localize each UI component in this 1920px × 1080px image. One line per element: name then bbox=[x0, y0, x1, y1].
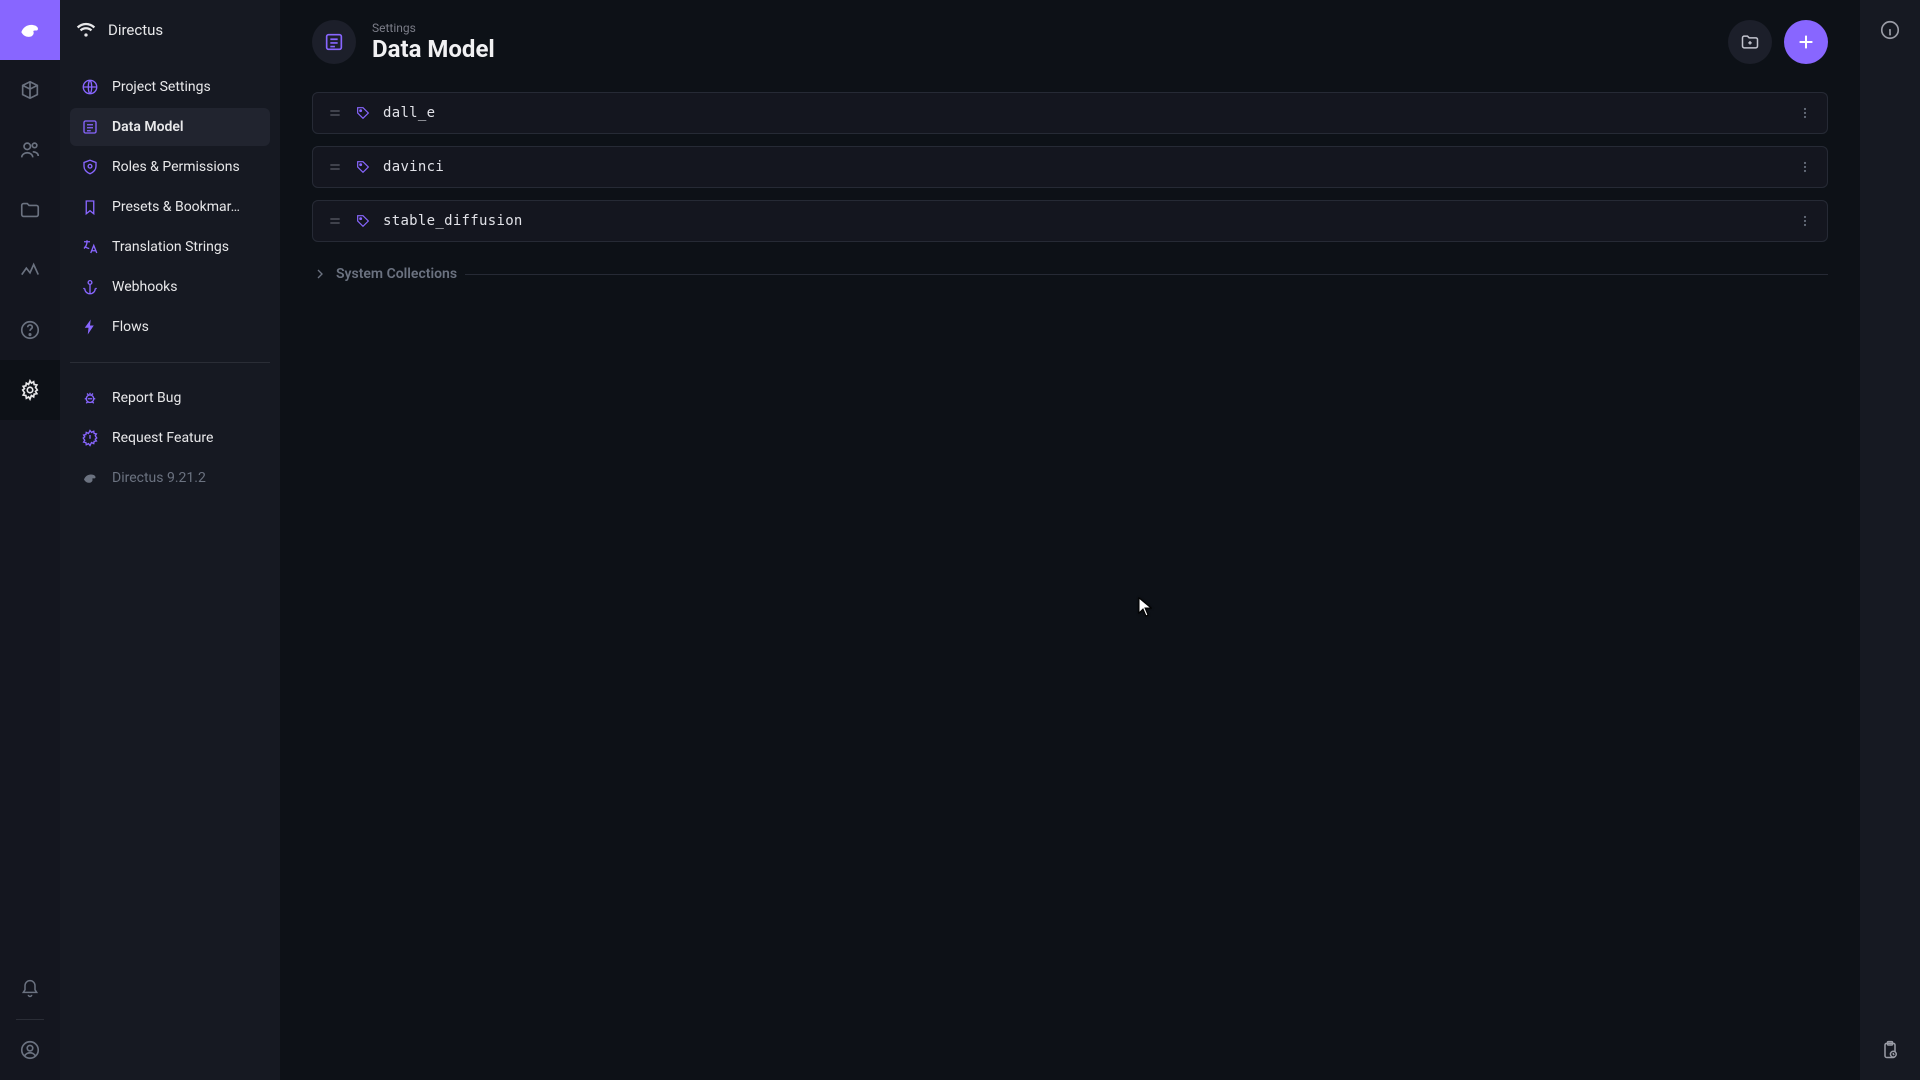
sidebar-item-project-settings[interactable]: Project Settings bbox=[70, 68, 270, 106]
new-releases-icon bbox=[80, 428, 100, 448]
sidebar-item-translations[interactable]: Translation Strings bbox=[70, 228, 270, 266]
account-icon bbox=[19, 1039, 41, 1061]
create-collection-button[interactable] bbox=[1784, 20, 1828, 64]
bolt-icon bbox=[80, 317, 100, 337]
gear-icon bbox=[19, 379, 41, 401]
sidebar-item-request-feature[interactable]: Request Feature bbox=[70, 419, 270, 457]
collection-name: stable_diffusion bbox=[383, 213, 523, 229]
wifi-icon bbox=[76, 20, 96, 40]
bell-icon bbox=[20, 979, 40, 999]
sidebar-nav: Project Settings Data Model Roles & Perm… bbox=[60, 60, 280, 354]
folder-plus-icon bbox=[1740, 32, 1760, 52]
label-icon bbox=[355, 213, 371, 229]
brand-header[interactable]: Directus bbox=[60, 0, 280, 60]
label-icon bbox=[355, 159, 371, 175]
drag-handle-icon[interactable] bbox=[327, 105, 343, 121]
collection-name: dall_e bbox=[383, 105, 435, 121]
collection-name: davinci bbox=[383, 159, 444, 175]
sidebar-item-label: Translation Strings bbox=[112, 239, 229, 255]
list-box-icon bbox=[80, 117, 100, 137]
plus-icon bbox=[1795, 31, 1817, 53]
divider-line bbox=[465, 274, 1828, 275]
help-icon bbox=[19, 319, 41, 341]
sidebar-item-label: Webhooks bbox=[112, 279, 178, 295]
row-more-button[interactable] bbox=[1797, 159, 1813, 175]
sidebar-item-webhooks[interactable]: Webhooks bbox=[70, 268, 270, 306]
users-icon bbox=[19, 139, 41, 161]
info-icon bbox=[1879, 19, 1901, 41]
drag-handle-icon[interactable] bbox=[327, 213, 343, 229]
sidebar-item-data-model[interactable]: Data Model bbox=[70, 108, 270, 146]
bug-icon bbox=[80, 388, 100, 408]
collection-row[interactable]: dall_e bbox=[312, 92, 1828, 134]
settings-sidebar: Directus Project Settings Data Model Rol… bbox=[60, 0, 280, 1080]
box-icon bbox=[19, 79, 41, 101]
collection-row[interactable]: stable_diffusion bbox=[312, 200, 1828, 242]
list-box-icon bbox=[323, 31, 345, 53]
drag-handle-icon[interactable] bbox=[327, 159, 343, 175]
sidebar-item-presets[interactable]: Presets & Bookmar… bbox=[70, 188, 270, 226]
sidebar-item-roles[interactable]: Roles & Permissions bbox=[70, 148, 270, 186]
sidebar-item-label: Flows bbox=[112, 319, 149, 335]
system-collections-toggle[interactable]: System Collections bbox=[312, 266, 1828, 282]
globe-icon bbox=[80, 77, 100, 97]
rail-files[interactable] bbox=[0, 180, 60, 240]
collections-list: dall_e davinci stable_diffusion bbox=[312, 92, 1828, 242]
chevron-right-icon bbox=[312, 266, 328, 282]
sidebar-item-flows[interactable]: Flows bbox=[70, 308, 270, 346]
activity-button[interactable] bbox=[1872, 1032, 1908, 1068]
page-actions bbox=[1728, 20, 1828, 64]
sidebar-item-label: Data Model bbox=[112, 119, 184, 135]
bookmark-icon bbox=[80, 197, 100, 217]
rail-docs[interactable] bbox=[0, 300, 60, 360]
main-content: Settings Data Model dall_e bbox=[280, 0, 1860, 1080]
rail-notifications[interactable] bbox=[0, 959, 60, 1019]
folder-icon bbox=[19, 199, 41, 221]
anchor-icon bbox=[80, 277, 100, 297]
info-button[interactable] bbox=[1872, 12, 1908, 48]
rabbit-icon bbox=[17, 17, 43, 43]
app-logo[interactable] bbox=[0, 0, 60, 60]
sidebar-item-label: Project Settings bbox=[112, 79, 211, 95]
sidebar-version: Directus 9.21.2 bbox=[70, 459, 270, 497]
rail-settings[interactable] bbox=[0, 360, 60, 420]
clipboard-icon bbox=[1880, 1040, 1900, 1060]
sidebar-item-label: Report Bug bbox=[112, 390, 181, 406]
create-folder-button[interactable] bbox=[1728, 20, 1772, 64]
rail-insights[interactable] bbox=[0, 240, 60, 300]
translate-icon bbox=[80, 237, 100, 257]
mouse-cursor bbox=[1138, 597, 1152, 617]
rail-account[interactable] bbox=[0, 1020, 60, 1080]
rail-users[interactable] bbox=[0, 120, 60, 180]
collection-row[interactable]: davinci bbox=[312, 146, 1828, 188]
sidebar-separator bbox=[70, 362, 270, 363]
rabbit-small-icon bbox=[80, 468, 100, 488]
page-title: Data Model bbox=[372, 35, 495, 63]
module-rail bbox=[0, 0, 60, 1080]
breadcrumb[interactable]: Settings bbox=[372, 21, 495, 35]
sidebar-item-label: Presets & Bookmar… bbox=[112, 199, 240, 215]
page-titles: Settings Data Model bbox=[372, 21, 495, 63]
page-header: Settings Data Model bbox=[312, 20, 1828, 64]
sidebar-item-label: Roles & Permissions bbox=[112, 159, 240, 175]
row-more-button[interactable] bbox=[1797, 105, 1813, 121]
page-icon-badge bbox=[312, 20, 356, 64]
sidebar-item-report-bug[interactable]: Report Bug bbox=[70, 379, 270, 417]
right-rail bbox=[1860, 0, 1920, 1080]
rail-content[interactable] bbox=[0, 60, 60, 120]
label-icon bbox=[355, 105, 371, 121]
system-collections-label: System Collections bbox=[336, 266, 457, 282]
row-more-button[interactable] bbox=[1797, 213, 1813, 229]
shield-icon bbox=[80, 157, 100, 177]
insights-icon bbox=[19, 259, 41, 281]
sidebar-item-label: Request Feature bbox=[112, 430, 213, 446]
brand-name: Directus bbox=[108, 21, 163, 39]
sidebar-secondary-nav: Report Bug Request Feature Directus 9.21… bbox=[60, 371, 280, 505]
version-text: Directus 9.21.2 bbox=[112, 470, 206, 486]
